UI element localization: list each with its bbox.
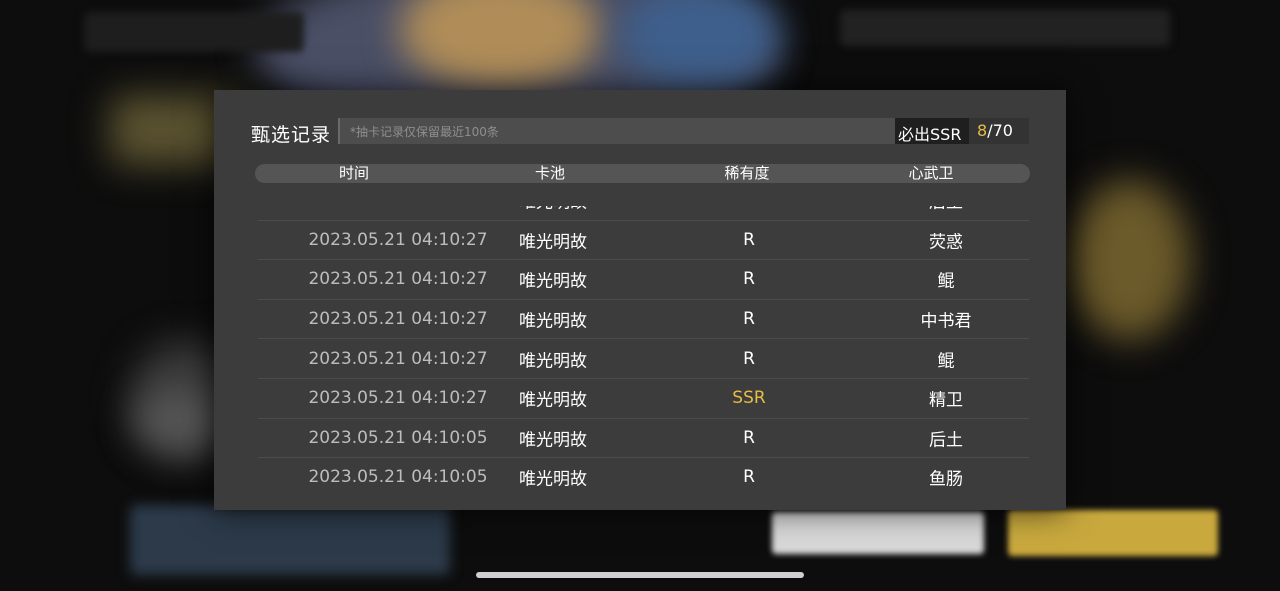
cell-weapon: 精卫	[929, 390, 963, 411]
cell-rarity: R	[743, 206, 755, 210]
cell-pool: 唯光明故	[519, 469, 587, 490]
background-banner-bottom	[130, 505, 450, 575]
cell-time: 2023.05.21 04:10:27	[308, 388, 488, 409]
cell-weapon: 荧惑	[929, 232, 963, 253]
table-row: 2023.05.21 04:10:27 唯光明故 R 鲲	[258, 260, 1029, 300]
cell-pool: 唯光明故	[519, 206, 587, 213]
cell-rarity: R	[743, 269, 755, 290]
cell-time: 2023.05.21 04:10:27	[308, 229, 488, 250]
cell-weapon: 后土	[929, 430, 963, 451]
ssr-guarantee-box: 必出SSR 8/70	[895, 118, 1029, 144]
background-button-grey	[772, 512, 984, 554]
cell-time: 2023.05.21 04:10:27	[308, 206, 487, 210]
table-row: 2023.05.21 04:10:27 唯光明故 R 中书君	[258, 300, 1029, 340]
background-figure-left-detail	[135, 390, 225, 450]
table-row: 2023.05.21 04:10:05 唯光明故 R 后土	[258, 419, 1029, 459]
table-row: 2023.05.21 04:10:27 唯光明故 R 鲲	[258, 339, 1029, 379]
ssr-count-current: 8	[977, 121, 988, 140]
background-emblem-right	[1070, 180, 1190, 340]
cell-pool: 唯光明故	[519, 232, 587, 253]
ssr-guarantee-label: 必出SSR	[898, 125, 962, 144]
column-header-time: 时间	[338, 164, 370, 182]
cell-rarity: R	[743, 229, 755, 250]
cell-weapon: 中书君	[920, 311, 972, 332]
cell-time: 2023.05.21 04:10:05	[308, 427, 488, 448]
cell-time: 2023.05.21 04:10:27	[308, 309, 488, 330]
background-top-bar	[84, 12, 304, 52]
cell-pool: 唯光明故	[519, 430, 587, 451]
cell-pool: 唯光明故	[519, 351, 587, 372]
cell-pool: 唯光明故	[519, 390, 587, 411]
cell-weapon: 后土	[929, 206, 963, 213]
record-note-text: *抽卡记录仅保留最近100条	[350, 125, 499, 139]
column-header-rarity: 稀有度	[724, 164, 770, 182]
background-currency-bar	[840, 10, 1170, 46]
table-row: 2023.05.21 04:10:27 唯光明故 R 后土	[258, 206, 1029, 221]
home-indicator[interactable]	[476, 572, 804, 578]
table-row: 2023.05.21 04:10:05 唯光明故 R 鱼肠	[258, 458, 1029, 494]
ssr-guarantee-counter: 8/70	[969, 118, 1029, 144]
cell-rarity: R	[743, 348, 755, 369]
cell-weapon: 鲲	[937, 351, 955, 372]
background-button-gold	[1008, 510, 1218, 556]
cell-time: 2023.05.21 04:10:27	[308, 269, 488, 290]
column-header-weapon: 心武卫	[908, 164, 954, 182]
cell-weapon: 鱼肠	[929, 469, 963, 490]
record-list-content: 2023.05.21 04:10:27唯光明故R后土2023.05.21 04:…	[258, 206, 1029, 494]
cell-time: 2023.05.21 04:10:05	[308, 467, 488, 488]
table-header: 时间 卡池 稀有度 心武卫	[255, 164, 1030, 183]
cell-rarity: R	[743, 309, 755, 330]
cell-pool: 唯光明故	[519, 311, 587, 332]
record-list[interactable]: 2023.05.21 04:10:27唯光明故R后土2023.05.21 04:…	[258, 206, 1029, 494]
table-row: 2023.05.21 04:10:27 唯光明故 SSR 精卫	[258, 379, 1029, 419]
cell-weapon: 鲲	[937, 271, 955, 292]
cell-pool: 唯光明故	[519, 271, 587, 292]
cell-rarity: R	[743, 467, 755, 488]
ssr-count-total: 70	[992, 121, 1013, 140]
dialog-title: 甄选记录	[251, 124, 332, 146]
cell-time: 2023.05.21 04:10:27	[308, 348, 488, 369]
table-row: 2023.05.21 04:10:27 唯光明故 R 荧惑	[258, 221, 1029, 261]
draw-record-dialog: 甄选记录 *抽卡记录仅保留最近100条 必出SSR 8/70 时间 卡池 稀有度…	[214, 90, 1066, 510]
column-header-pool: 卡池	[534, 164, 566, 182]
cell-rarity: SSR	[732, 388, 766, 409]
cell-rarity: R	[743, 427, 755, 448]
